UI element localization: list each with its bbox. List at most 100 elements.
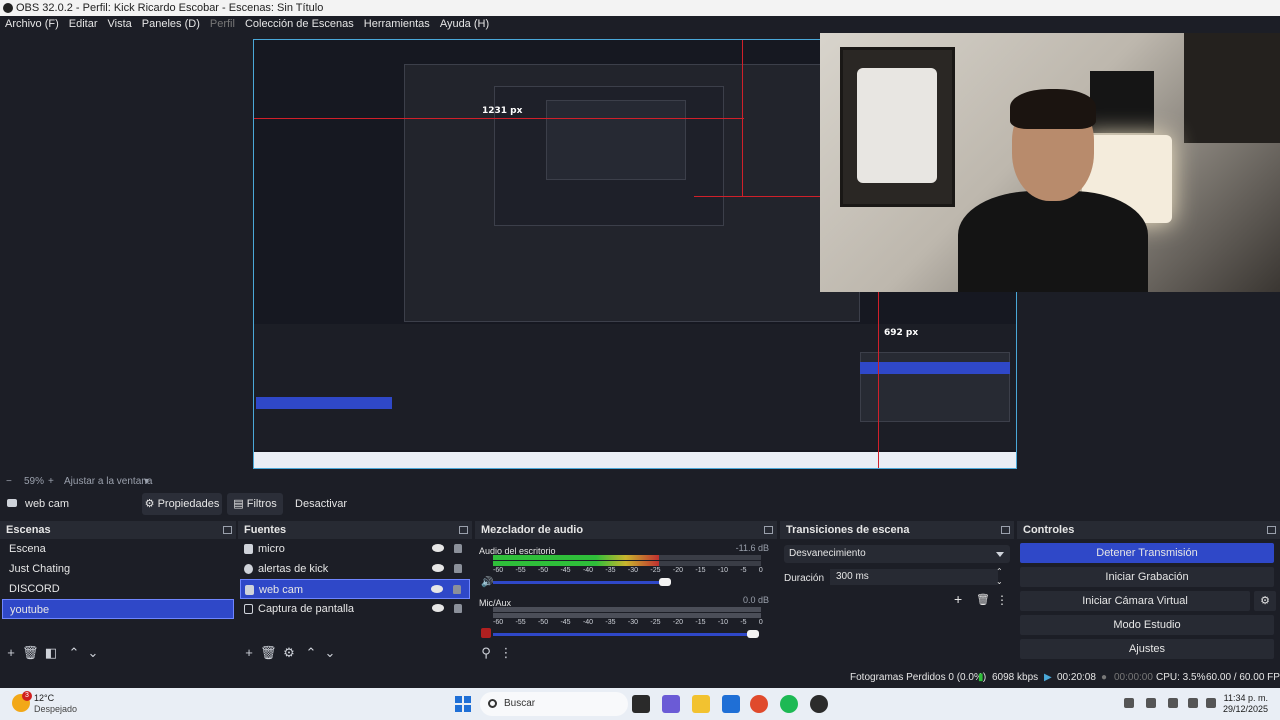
visibility-eye-icon[interactable]	[432, 564, 444, 572]
menu-bar: Archivo (F) Editar Vista Paneles (D) Per…	[0, 16, 1280, 33]
menu-ayuda[interactable]: Ayuda (H)	[435, 16, 494, 33]
menu-editar[interactable]: Editar	[64, 16, 103, 33]
webcam-feed[interactable]	[820, 33, 1280, 292]
menu-archivo[interactable]: Archivo (F)	[0, 16, 64, 33]
add-source-icon[interactable]: +	[242, 646, 256, 660]
visibility-eye-icon[interactable]	[432, 604, 444, 612]
move-up-icon[interactable]: ⌃	[304, 646, 318, 660]
file-explorer-icon[interactable]	[692, 695, 710, 713]
weather-temperature: 12°C	[34, 693, 55, 703]
task-view-icon[interactable]	[632, 695, 650, 713]
undock-icon[interactable]	[223, 526, 232, 534]
remove-transition-icon[interactable]: 🗑	[976, 593, 990, 606]
chevron-down-icon	[996, 552, 1004, 557]
microphone-tray-icon[interactable]	[1168, 698, 1178, 708]
lock-icon[interactable]	[453, 585, 461, 594]
chevron-down-icon[interactable]: ▾	[144, 475, 149, 489]
spotify-icon[interactable]	[780, 695, 798, 713]
gear-icon[interactable]: ⚙	[282, 646, 296, 660]
source-item-captura[interactable]: Captura de pantalla	[240, 599, 470, 619]
controls-dock-header: Controles	[1017, 521, 1280, 539]
windows-start-icon[interactable]	[455, 696, 471, 712]
add-transition-icon[interactable]: +	[954, 591, 962, 607]
volume-slider[interactable]	[493, 630, 759, 638]
nested-taskbar	[254, 452, 1016, 468]
network-icon[interactable]	[1146, 698, 1156, 708]
fit-window-select[interactable]: Ajustar a la ventana	[64, 475, 152, 489]
volume-meter	[493, 607, 761, 612]
width-guide-label: 1231 px	[482, 106, 523, 116]
zoom-bar: − 59% + Ajustar a la ventana ▾	[0, 475, 1280, 489]
more-options-icon[interactable]: ⋮	[996, 593, 1008, 607]
scene-item-youtube[interactable]: youtube	[2, 599, 234, 619]
transition-select[interactable]: Desvanecimiento	[784, 545, 1010, 563]
obs-taskbar-icon[interactable]	[810, 695, 828, 713]
move-up-icon[interactable]: ⌃	[67, 646, 81, 660]
source-label: web cam	[259, 584, 304, 596]
stream-time: 00:20:08	[1057, 672, 1096, 683]
microphone-icon	[244, 544, 253, 554]
filters-button[interactable]: ▤ Filtros	[227, 493, 283, 515]
link-icon[interactable]: ⚲	[479, 646, 493, 660]
lock-icon[interactable]	[454, 544, 462, 553]
undock-icon[interactable]	[1001, 526, 1010, 534]
stop-streaming-button[interactable]: Detener Transmisión	[1020, 543, 1274, 563]
start-recording-button[interactable]: Iniciar Grabación	[1020, 567, 1274, 587]
visibility-eye-icon[interactable]	[432, 544, 444, 552]
tray-chevron-icon[interactable]	[1124, 698, 1134, 708]
scene-item-just-chating[interactable]: Just Chating	[2, 559, 234, 579]
properties-button[interactable]: ⚙ Propiedades	[142, 493, 222, 515]
chrome-icon[interactable]	[750, 695, 768, 713]
deactivate-button[interactable]: Desactivar	[290, 493, 352, 515]
menu-perfil[interactable]: Perfil	[205, 16, 240, 33]
source-item-alertas[interactable]: alertas de kick	[240, 559, 470, 579]
more-options-icon[interactable]: ⋮	[499, 646, 513, 660]
menu-coleccion-escenas[interactable]: Colección de Escenas	[240, 16, 359, 33]
source-item-web-cam[interactable]: web cam	[240, 579, 470, 599]
scene-filters-icon[interactable]: ◧	[44, 646, 58, 660]
lock-icon[interactable]	[454, 604, 462, 613]
volume-icon[interactable]	[1206, 698, 1216, 708]
volume-slider[interactable]	[493, 578, 671, 586]
lock-icon[interactable]	[454, 564, 462, 573]
preview-area[interactable]: 1231 px 692 px	[0, 33, 1280, 475]
undock-icon[interactable]	[764, 526, 773, 534]
remove-source-icon[interactable]: 🗑	[260, 646, 277, 660]
visibility-eye-icon[interactable]	[431, 585, 443, 593]
slider-knob[interactable]	[747, 630, 759, 638]
taskbar-search[interactable]: Buscar	[480, 692, 628, 716]
start-virtual-camera-button[interactable]: Iniciar Cámara Virtual	[1020, 591, 1250, 611]
controls-dock: Controles Detener Transmisión Iniciar Gr…	[1017, 521, 1280, 666]
scene-item-discord[interactable]: DISCORD	[2, 579, 234, 599]
speaker-icon[interactable]: 🔊	[481, 577, 493, 588]
move-down-icon[interactable]: ⌄	[86, 646, 100, 660]
studio-mode-button[interactable]: Modo Estudio	[1020, 615, 1274, 635]
remove-scene-icon[interactable]: 🗑	[22, 646, 39, 660]
wifi-icon[interactable]	[1188, 698, 1198, 708]
settings-button[interactable]: Ajustes	[1020, 639, 1274, 659]
gear-icon[interactable]: ⚙	[1254, 591, 1276, 611]
copilot-icon[interactable]	[662, 695, 680, 713]
store-icon[interactable]	[722, 695, 740, 713]
muted-mic-icon[interactable]	[481, 628, 491, 638]
source-item-micro[interactable]: micro	[240, 539, 470, 559]
taskbar-clock[interactable]: 11:34 p. m. 29/12/2025	[1223, 693, 1268, 715]
stepper-down-icon[interactable]: ⌄	[996, 577, 1003, 586]
meter-scale: -60 -55 -50 -45 -40 -35 -30 -25 -20 -15 -10 -5 0	[493, 619, 763, 626]
add-scene-icon[interactable]: +	[4, 646, 18, 660]
stepper-up-icon[interactable]: ⌃	[996, 567, 1003, 576]
duration-input[interactable]: 300 ms	[830, 569, 998, 585]
undock-icon[interactable]	[1267, 526, 1276, 534]
menu-paneles[interactable]: Paneles (D)	[137, 16, 205, 33]
volume-meter	[493, 561, 761, 566]
menu-herramientas[interactable]: Herramientas	[359, 16, 435, 33]
move-down-icon[interactable]: ⌄	[323, 646, 337, 660]
slider-knob[interactable]	[659, 578, 671, 586]
scene-item-escena[interactable]: Escena	[2, 539, 234, 559]
menu-vista[interactable]: Vista	[103, 16, 137, 33]
weather-description: Despejado	[34, 704, 78, 714]
zoom-in-button[interactable]: +	[48, 475, 54, 489]
sources-dock-toolbar: + 🗑 ⚙ ⌃ ⌄	[238, 644, 472, 664]
zoom-out-button[interactable]: −	[6, 475, 12, 489]
undock-icon[interactable]	[459, 526, 468, 534]
